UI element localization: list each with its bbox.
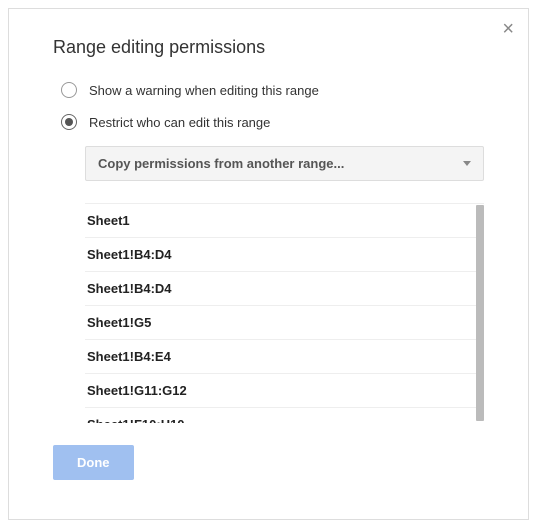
range-list-wrapper: Sheet1Sheet1!B4:D4Sheet1!B4:D4Sheet1!G5S…: [85, 203, 484, 423]
list-item[interactable]: Sheet1!G5: [85, 306, 484, 340]
range-list[interactable]: Sheet1Sheet1!B4:D4Sheet1!B4:D4Sheet1!G5S…: [85, 203, 484, 423]
dialog-title: Range editing permissions: [9, 9, 528, 58]
permission-mode-radio-group: Show a warning when editing this range R…: [61, 82, 528, 130]
close-icon[interactable]: ×: [502, 19, 514, 39]
radio-option-warning[interactable]: Show a warning when editing this range: [61, 82, 528, 98]
radio-label: Show a warning when editing this range: [89, 83, 319, 98]
radio-icon: [61, 82, 77, 98]
dropdown-area: Copy permissions from another range...: [85, 146, 484, 181]
chevron-down-icon: [463, 161, 471, 166]
radio-icon: [61, 114, 77, 130]
list-item[interactable]: Sheet1: [85, 203, 484, 238]
scrollbar[interactable]: [476, 205, 484, 421]
list-item[interactable]: Sheet1!B4:E4: [85, 340, 484, 374]
done-button[interactable]: Done: [53, 445, 134, 480]
range-permissions-dialog: × Range editing permissions Show a warni…: [8, 8, 529, 520]
copy-permissions-dropdown[interactable]: Copy permissions from another range...: [85, 146, 484, 181]
radio-option-restrict[interactable]: Restrict who can edit this range: [61, 114, 528, 130]
radio-label: Restrict who can edit this range: [89, 115, 270, 130]
list-item[interactable]: Sheet1!B4:D4: [85, 272, 484, 306]
list-item[interactable]: Sheet1!B4:D4: [85, 238, 484, 272]
list-item[interactable]: Sheet1!F10:H10: [85, 408, 484, 423]
scrollbar-thumb[interactable]: [476, 205, 484, 421]
dropdown-label: Copy permissions from another range...: [98, 156, 344, 171]
list-item[interactable]: Sheet1!G11:G12: [85, 374, 484, 408]
button-row: Done: [53, 445, 528, 480]
